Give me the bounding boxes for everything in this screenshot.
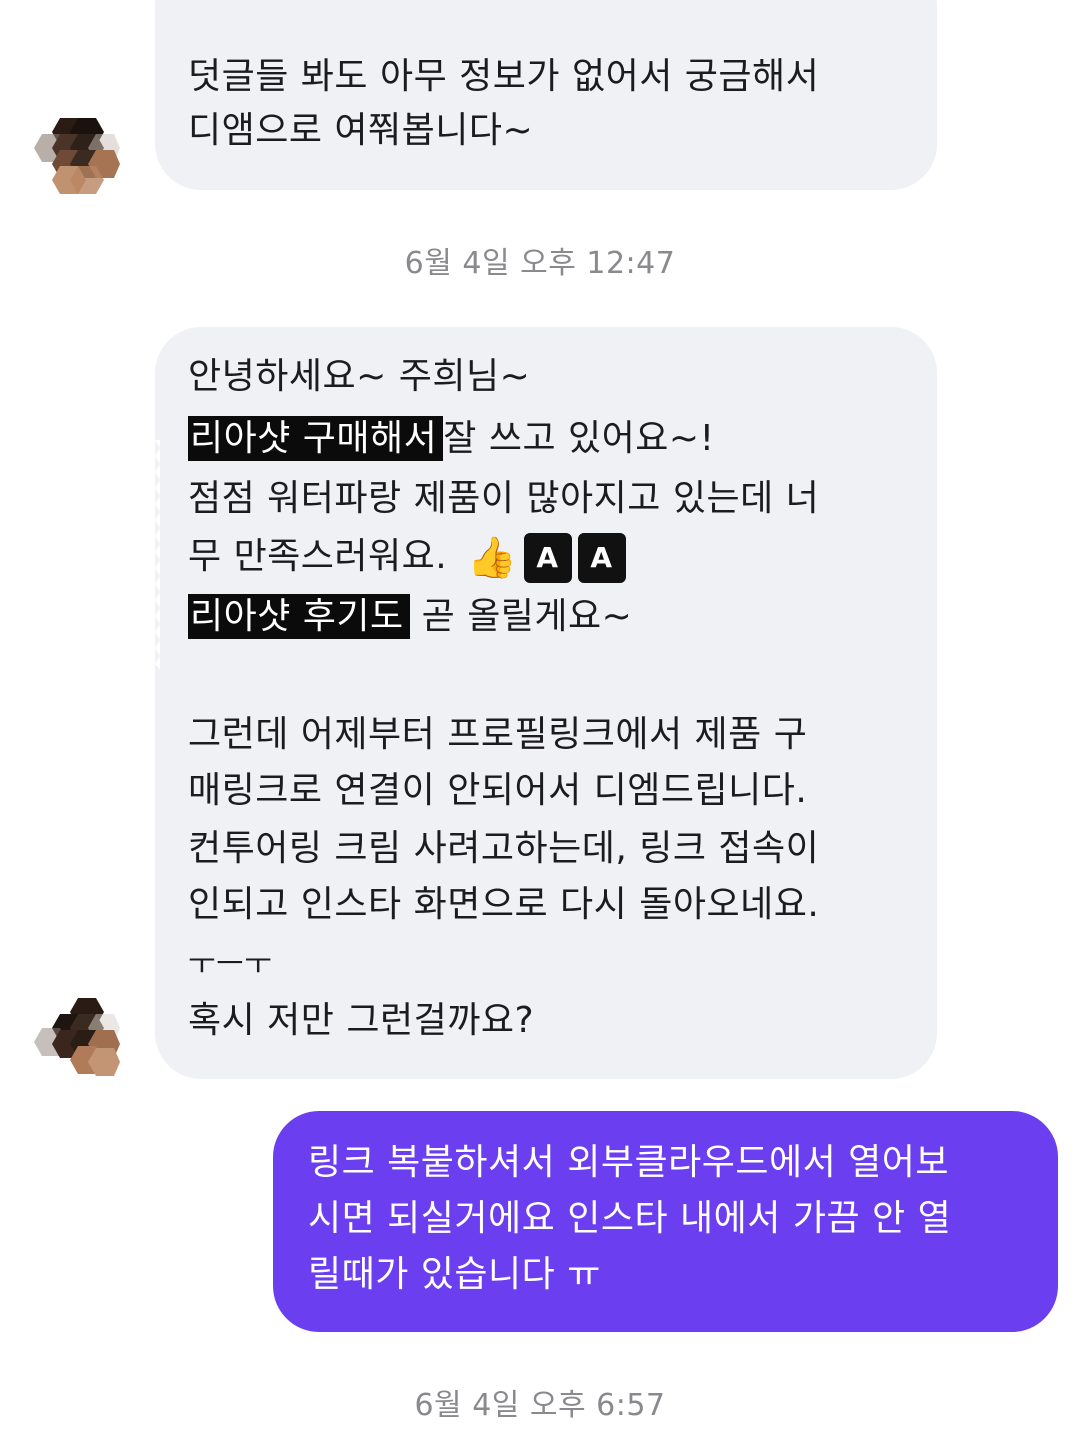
message-text-line: 무 만족스러워요. 👍 A A bbox=[188, 530, 626, 584]
message-text: 인되고 인스타 화면으로 다시 돌아오네요. bbox=[188, 884, 820, 925]
message-text: 시면 되실거에요 인스타 내에서 가끔 안 열 bbox=[308, 1198, 952, 1239]
thumbs-up-emoji: 👍 bbox=[467, 535, 518, 581]
message-text: ㅜㅡㅜ bbox=[188, 947, 273, 982]
torn-edge-decoration bbox=[155, 440, 160, 670]
message-text: 곧 올릴게요~ bbox=[421, 596, 633, 637]
message-text: 잘 쓰고 있어요~! bbox=[443, 418, 715, 459]
message-text-line: 리아샷 구매해서 잘 쓰고 있어요~! bbox=[188, 412, 715, 466]
message-text: 컨투어링 크림 사려고하는데, 링크 접속이 bbox=[188, 828, 820, 869]
letter-a-box-icon: A bbox=[577, 533, 626, 583]
message-text: 안녕하세요~ 주희님~ bbox=[188, 356, 531, 397]
message-text: 그런데 어제부터 프로필링크에서 제품 구 bbox=[188, 714, 808, 755]
message-text: 릴때가 있습니다 ㅠ bbox=[308, 1254, 601, 1295]
redacted-product-name: 리아샷 구매해서 bbox=[188, 416, 444, 461]
message-timestamp: 6월 4일 오후 12:47 bbox=[404, 246, 676, 281]
redacted-product-name: 리아샷 후기도 bbox=[188, 594, 410, 639]
sender-avatar[interactable] bbox=[30, 112, 120, 202]
message-timestamp: 6월 4일 오후 6:57 bbox=[414, 1388, 666, 1423]
message-text: 점점 워터파랑 제품이 많아지고 있는데 너 bbox=[188, 478, 820, 519]
message-text: 혹시 저만 그런걸까요? bbox=[188, 1000, 535, 1041]
message-text: 덧글들 봐도 아무 정보가 없어서 궁금해서 bbox=[188, 56, 820, 97]
message-text: 무 만족스러워요. bbox=[188, 536, 448, 577]
message-text: 매링크로 연결이 안되어서 디엠드립니다. bbox=[188, 770, 808, 811]
message-text-line: 리아샷 후기도 곧 올릴게요~ bbox=[188, 590, 632, 644]
message-text: 디앰으로 여쭤봅니다~ bbox=[188, 110, 534, 151]
message-text: 링크 복붙하셔서 외부클라우드에서 열어보 bbox=[308, 1142, 949, 1183]
letter-a-box-icon: A bbox=[523, 533, 572, 583]
sender-avatar[interactable] bbox=[30, 994, 120, 1084]
